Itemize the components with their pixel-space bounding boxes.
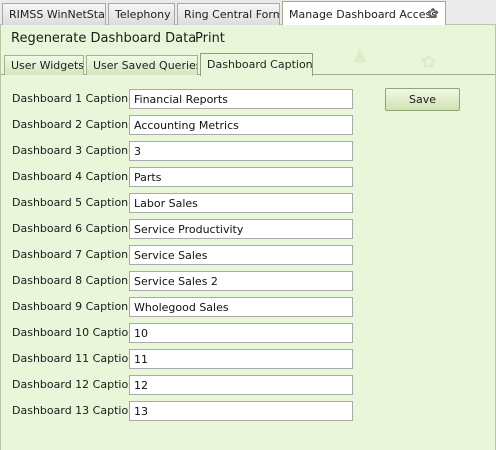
caption-label: Dashboard 8 Caption: — [12, 274, 132, 287]
caption-row: Dashboard 7 Caption: — [1, 245, 495, 265]
dashboard-5-caption-input[interactable] — [129, 193, 353, 213]
tab-telephony[interactable]: Telephony — [108, 3, 175, 25]
print-menu[interactable]: Print — [195, 31, 225, 46]
tab-dashboard-captions[interactable]: Dashboard Captions — [200, 53, 313, 76]
main-panel: ▲ ✿ Regenerate Dashboard Data Print User… — [0, 25, 496, 450]
tab-user-widgets[interactable]: User Widgets — [4, 55, 84, 75]
caption-row: Dashboard 5 Caption: — [1, 193, 495, 213]
caption-label: Dashboard 2 Caption: — [12, 118, 132, 131]
dashboard-3-caption-input[interactable] — [129, 141, 353, 161]
caption-row: Dashboard 10 Caption: — [1, 323, 495, 343]
caption-row: Dashboard 6 Caption: — [1, 219, 495, 239]
tab-ring-central-form[interactable]: Ring Central Form — [177, 3, 280, 25]
dashboard-8-caption-input[interactable] — [129, 271, 353, 291]
caption-label: Dashboard 10 Caption: — [12, 326, 139, 339]
caption-row: Dashboard 8 Caption: — [1, 271, 495, 291]
caption-row: Dashboard 13 Caption: — [1, 401, 495, 421]
caption-label: Dashboard 9 Caption: — [12, 300, 132, 313]
save-button[interactable]: Save — [385, 88, 460, 111]
dashboard-12-caption-input[interactable] — [129, 375, 353, 395]
document-tab-strip: RIMSS WinNetStar Telephony Ring Central … — [0, 0, 496, 26]
caption-row: Dashboard 2 Caption: — [1, 115, 495, 135]
dashboard-13-caption-input[interactable] — [129, 401, 353, 421]
caption-label: Dashboard 1 Caption: — [12, 92, 132, 105]
tab-label: Manage Dashboard Access — [289, 8, 438, 21]
tab-user-saved-queries[interactable]: User Saved Queries — [86, 55, 198, 75]
tab-label: Dashboard Captions — [207, 58, 313, 71]
inner-tab-strip: User Widgets User Saved Queries Dashboar… — [1, 53, 495, 76]
dashboard-6-caption-input[interactable] — [129, 219, 353, 239]
tab-manage-dashboard-access[interactable]: Manage Dashboard Access ✿ — [282, 1, 446, 26]
caption-label: Dashboard 3 Caption: — [12, 144, 132, 157]
caption-label: Dashboard 12 Caption: — [12, 378, 139, 391]
dashboard-9-caption-input[interactable] — [129, 297, 353, 317]
tab-label: RIMSS WinNetStar — [9, 8, 106, 21]
dashboard-4-caption-input[interactable] — [129, 167, 353, 187]
tab-label: User Saved Queries — [93, 59, 198, 72]
caption-label: Dashboard 11 Caption: — [12, 352, 139, 365]
caption-label: Dashboard 7 Caption: — [12, 248, 132, 261]
caption-label: Dashboard 13 Caption: — [12, 404, 139, 417]
regenerate-dashboard-data-menu[interactable]: Regenerate Dashboard Data — [11, 31, 196, 46]
tab-label: Ring Central Form — [184, 8, 280, 21]
tab-rimss-winnetstar[interactable]: RIMSS WinNetStar — [2, 3, 106, 25]
caption-label: Dashboard 4 Caption: — [12, 170, 132, 183]
caption-label: Dashboard 6 Caption: — [12, 222, 132, 235]
dashboard-1-caption-input[interactable] — [129, 89, 353, 109]
caption-row: Dashboard 4 Caption: — [1, 167, 495, 187]
close-icon[interactable]: ✿ — [426, 7, 440, 21]
caption-label: Dashboard 5 Caption: — [12, 196, 132, 209]
dashboard-7-caption-input[interactable] — [129, 245, 353, 265]
caption-row: Dashboard 11 Caption: — [1, 349, 495, 369]
tab-label: User Widgets — [11, 59, 84, 72]
dashboard-2-caption-input[interactable] — [129, 115, 353, 135]
dashboard-11-caption-input[interactable] — [129, 349, 353, 369]
caption-row: Dashboard 3 Caption: — [1, 141, 495, 161]
caption-row: Dashboard 12 Caption: — [1, 375, 495, 395]
caption-row: Dashboard 9 Caption: — [1, 297, 495, 317]
tab-label: Telephony — [115, 8, 171, 21]
dashboard-10-caption-input[interactable] — [129, 323, 353, 343]
